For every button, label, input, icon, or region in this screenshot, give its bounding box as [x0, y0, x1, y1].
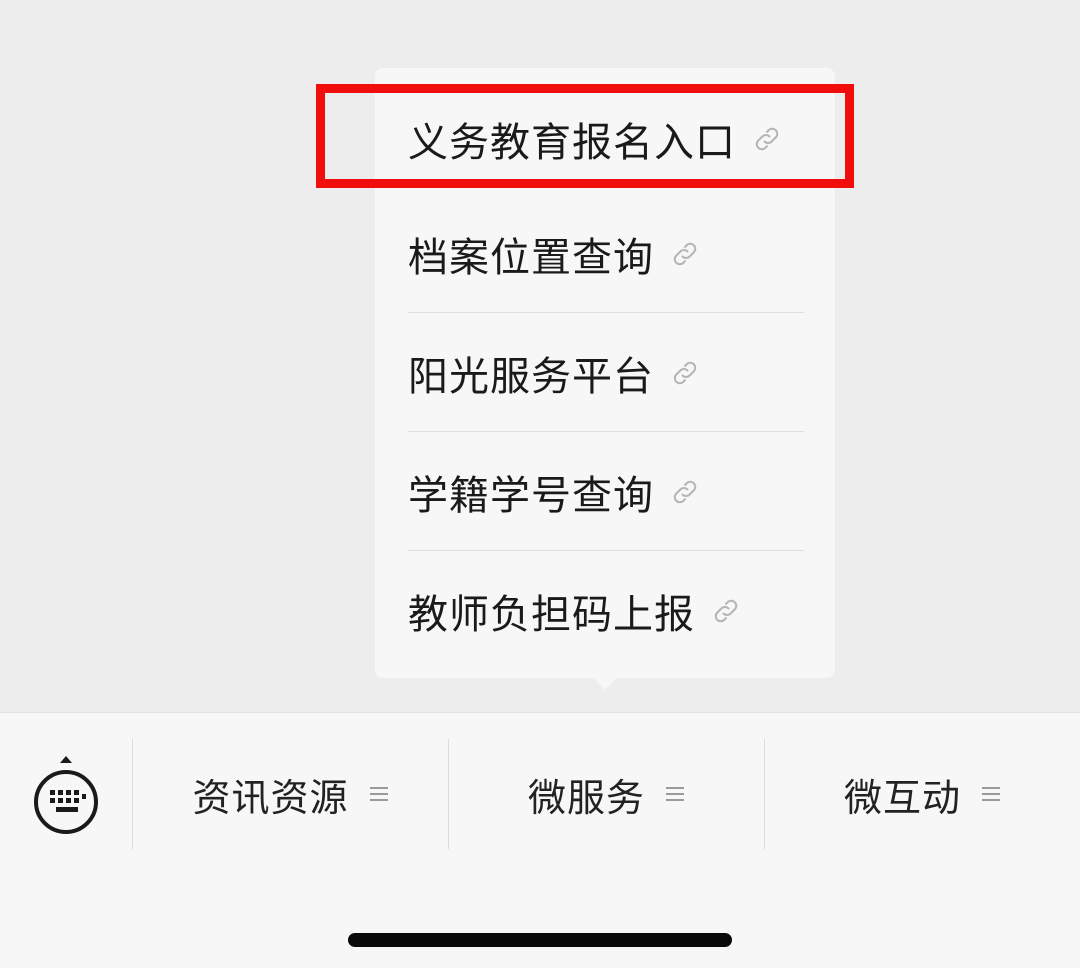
menu-item-label: 阳光服务平台 [408, 354, 654, 400]
link-icon [673, 242, 697, 266]
tab-news-resources[interactable]: 资讯资源 [133, 739, 448, 849]
menu-lines-icon [369, 787, 388, 801]
link-icon [673, 361, 697, 385]
menu-item-teacher-burden-report[interactable]: 教师负担码上报 [408, 552, 804, 670]
menu-item-label: 教师负担码上报 [408, 592, 695, 638]
bottom-menu-bar: 资讯资源 微服务 微互动 [0, 712, 1080, 968]
tab-micro-services[interactable]: 微服务 [449, 739, 764, 849]
tab-micro-interaction[interactable]: 微互动 [765, 739, 1080, 849]
menu-item-enrollment-entry[interactable]: 义务教育报名入口 [408, 80, 804, 198]
link-icon [673, 480, 697, 504]
menu-item-student-id-query[interactable]: 学籍学号查询 [408, 433, 804, 551]
menu-item-label: 义务教育报名入口 [408, 120, 736, 166]
link-icon [714, 599, 738, 623]
popup-pointer-arrow [592, 676, 618, 690]
tab-label: 微服务 [527, 775, 645, 820]
keyboard-icon[interactable] [30, 753, 102, 841]
submenu-popup: 义务教育报名入口 档案位置查询 阳光服务平台 学籍学号查询 教师负担码上报 [375, 68, 835, 678]
home-indicator [348, 933, 732, 947]
menu-item-archive-query[interactable]: 档案位置查询 [408, 195, 804, 313]
menu-item-label: 档案位置查询 [408, 235, 654, 281]
tab-label: 资讯资源 [192, 775, 349, 820]
menu-item-sunshine-platform[interactable]: 阳光服务平台 [408, 314, 804, 432]
menu-lines-icon [666, 787, 684, 801]
menu-item-label: 学籍学号查询 [408, 473, 654, 519]
link-icon [755, 127, 779, 151]
menu-lines-icon [982, 787, 1000, 801]
tab-label: 微互动 [843, 775, 961, 820]
